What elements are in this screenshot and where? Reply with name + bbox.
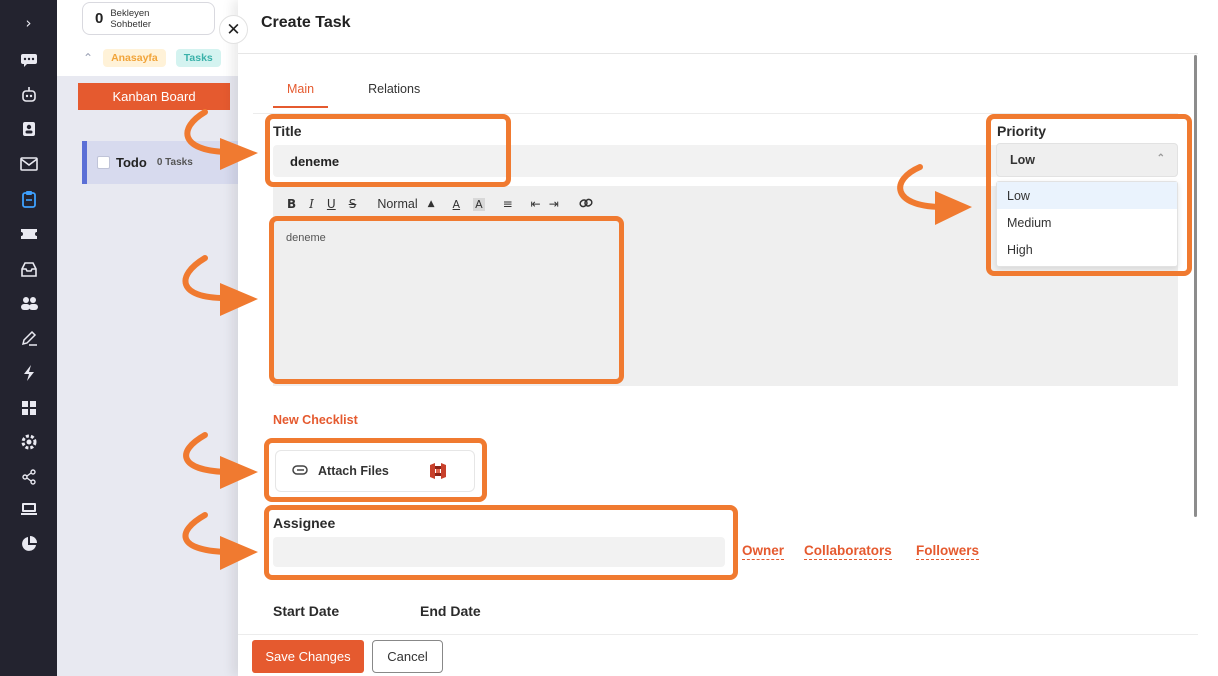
priority-dropdown-menu: Low Medium High <box>996 181 1178 267</box>
todo-checkbox[interactable] <box>97 156 110 169</box>
nav-rail: › <box>0 0 57 676</box>
attach-files-label: Attach Files <box>318 464 389 478</box>
edit-icon[interactable] <box>0 327 57 349</box>
collapse-up-icon[interactable]: ⌃ <box>83 51 93 65</box>
link-icon[interactable] <box>579 197 593 212</box>
highlight-icon[interactable]: A <box>473 197 485 211</box>
chevron-right-icon[interactable]: › <box>0 12 57 34</box>
indent-icon[interactable]: ⇥ <box>549 197 559 211</box>
tasks-icon[interactable] <box>0 188 57 210</box>
underline-button[interactable]: U <box>327 197 336 211</box>
assignee-input[interactable] <box>273 537 725 567</box>
team-icon[interactable] <box>0 292 57 314</box>
cancel-button[interactable]: Cancel <box>372 640 443 673</box>
tab-main[interactable]: Main <box>273 80 329 108</box>
start-date-label: Start Date <box>273 603 340 619</box>
italic-button[interactable]: I <box>309 197 314 211</box>
todo-count: 0 Tasks <box>156 157 193 168</box>
kanban-board-area: 0 Bekleyen Sohbetler ⌃ Anasayfa Tasks Ka… <box>57 0 238 676</box>
inbox-icon[interactable] <box>0 258 57 280</box>
end-date-label: End Date <box>420 603 481 619</box>
attach-files-button[interactable]: Attach Files <box>275 450 475 492</box>
reports-icon[interactable] <box>0 533 57 555</box>
priority-option-low[interactable]: Low <box>997 182 1177 209</box>
pending-label: Bekleyen Sohbetler <box>110 7 152 30</box>
modal-scrollbar[interactable] <box>1194 55 1197 517</box>
priority-option-high[interactable]: High <box>997 236 1177 263</box>
priority-selected-value: Low <box>1010 153 1035 167</box>
text-format-select[interactable]: Normal <box>377 197 417 211</box>
align-icon[interactable]: ≡ <box>503 197 513 211</box>
format-select-arrows-icon[interactable]: ▲︎ <box>428 199 435 209</box>
todo-column-header[interactable]: Todo 0 Tasks <box>82 141 238 184</box>
divider <box>238 53 1198 54</box>
divider <box>253 113 1178 114</box>
mail-icon[interactable] <box>0 153 57 175</box>
automation-icon[interactable] <box>0 362 57 384</box>
chevron-up-icon: ⌃ <box>1156 153 1165 164</box>
tickets-icon[interactable] <box>0 223 57 245</box>
devices-icon[interactable] <box>0 498 57 520</box>
dashboard-icon[interactable] <box>0 397 57 419</box>
new-checklist-link[interactable]: New Checklist <box>273 413 358 427</box>
strikethrough-button[interactable]: S <box>349 197 357 211</box>
outdent-icon[interactable]: ⇤ <box>531 197 541 211</box>
storage-service-icon[interactable] <box>427 460 449 482</box>
divider <box>238 634 1198 635</box>
paperclip-icon <box>292 463 308 479</box>
breadcrumb: ⌃ Anasayfa Tasks <box>83 48 221 68</box>
priority-label: Priority <box>997 123 1047 139</box>
breadcrumb-home[interactable]: Anasayfa <box>103 49 166 67</box>
assignee-label: Assignee <box>273 515 336 531</box>
save-changes-button[interactable]: Save Changes <box>252 640 364 673</box>
chat-icon[interactable] <box>0 49 57 71</box>
modal-tabs: Main Relations <box>273 80 434 108</box>
breadcrumb-tasks[interactable]: Tasks <box>175 49 221 67</box>
editor-toolbar: B I U S Normal ▲︎ A A ≡ ⇤ ⇥ <box>287 194 606 214</box>
owner-link[interactable]: Owner <box>742 543 785 560</box>
priority-select[interactable]: Low ⌃ <box>996 143 1178 177</box>
bot-icon[interactable] <box>0 84 57 106</box>
modal-title: Create Task <box>261 14 351 31</box>
tab-relations[interactable]: Relations <box>354 80 434 108</box>
share-icon[interactable] <box>0 466 57 488</box>
pending-chats-widget[interactable]: 0 Bekleyen Sohbetler <box>82 2 215 35</box>
close-icon[interactable]: ✕ <box>219 15 248 44</box>
kanban-board-button[interactable]: Kanban Board <box>78 83 230 110</box>
text-color-icon[interactable]: A <box>453 198 461 211</box>
settings-icon[interactable] <box>0 431 57 453</box>
contacts-icon[interactable] <box>0 118 57 140</box>
pending-count: 0 <box>95 10 104 27</box>
todo-title: Todo <box>116 155 147 170</box>
bold-button[interactable]: B <box>287 197 296 211</box>
priority-option-medium[interactable]: Medium <box>997 209 1177 236</box>
editor-content[interactable]: deneme <box>286 232 326 244</box>
followers-link[interactable]: Followers <box>916 543 980 560</box>
title-label: Title <box>273 123 302 139</box>
collaborators-link[interactable]: Collaborators <box>804 543 892 560</box>
